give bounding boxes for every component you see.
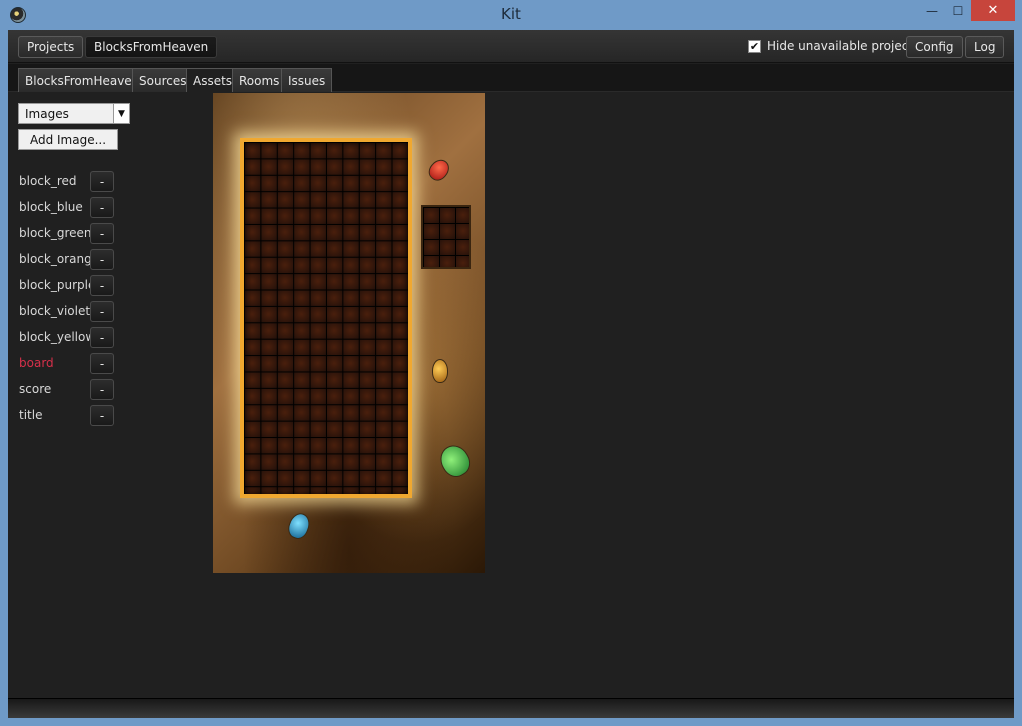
asset-name[interactable]: block_green <box>19 226 92 240</box>
tab-project[interactable]: BlocksFromHeaven <box>18 68 147 92</box>
remove-asset-button[interactable]: - <box>90 249 114 270</box>
app-window: Kit — ☐ ✕ Projects BlocksFromHeaven ✔ Hi… <box>0 0 1022 726</box>
red-beetle-icon <box>425 155 453 185</box>
remove-asset-button[interactable]: - <box>90 197 114 218</box>
asset-name[interactable]: board <box>19 356 54 370</box>
asset-name[interactable]: block_violet <box>19 304 90 318</box>
asset-row: board - <box>18 352 128 378</box>
log-button[interactable]: Log <box>965 36 1005 58</box>
image-preview <box>213 93 485 573</box>
asset-row: block_blue - <box>18 196 128 222</box>
asset-name[interactable]: block_yellow <box>19 330 95 344</box>
asset-row: block_violet - <box>18 300 128 326</box>
toolbar: Projects BlocksFromHeaven ✔ Hide unavail… <box>8 30 1014 63</box>
asset-name[interactable]: block_purple <box>19 278 95 292</box>
remove-asset-button[interactable]: - <box>90 379 114 400</box>
orange-beetle-icon <box>432 359 448 383</box>
close-button[interactable]: ✕ <box>971 0 1015 21</box>
asset-name[interactable]: block_orange <box>19 252 99 266</box>
current-project-button[interactable]: BlocksFromHeaven <box>85 36 218 58</box>
minimize-button[interactable]: — <box>919 0 945 21</box>
blue-beetle-icon <box>285 510 313 542</box>
asset-row: block_yellow - <box>18 326 128 352</box>
asset-name[interactable]: block_red <box>19 174 77 188</box>
config-button[interactable]: Config <box>906 36 963 58</box>
remove-asset-button[interactable]: - <box>90 275 114 296</box>
window-title: Kit <box>501 5 521 23</box>
tab-rooms[interactable]: Rooms <box>232 68 287 92</box>
tab-bar: BlocksFromHeaven Sources Assets Rooms Is… <box>8 64 1014 92</box>
asset-type-value: Images <box>25 106 69 121</box>
remove-asset-button[interactable]: - <box>90 327 114 348</box>
remove-asset-button[interactable]: - <box>90 301 114 322</box>
remove-asset-button[interactable]: - <box>90 223 114 244</box>
asset-row: block_red - <box>18 170 128 196</box>
tab-issues[interactable]: Issues <box>281 68 333 92</box>
add-image-button[interactable]: Add Image... <box>18 129 118 150</box>
asset-name[interactable]: title <box>19 408 42 422</box>
tab-sources[interactable]: Sources <box>132 68 194 92</box>
asset-row: block_purple - <box>18 274 128 300</box>
status-bar <box>8 698 1014 718</box>
asset-row: title - <box>18 404 128 430</box>
hide-unavailable-toggle[interactable]: ✔ Hide unavailable projects <box>748 39 919 53</box>
hide-unavailable-label: Hide unavailable projects <box>767 39 920 53</box>
green-beetle-icon <box>434 440 476 482</box>
board-grid <box>240 138 412 498</box>
remove-asset-button[interactable]: - <box>90 353 114 374</box>
next-piece-grid <box>421 205 471 269</box>
hide-unavailable-checkbox[interactable]: ✔ <box>748 39 761 53</box>
remove-asset-button[interactable]: - <box>90 171 114 192</box>
asset-row: score - <box>18 378 128 404</box>
client-area: Projects BlocksFromHeaven ✔ Hide unavail… <box>8 30 1014 718</box>
maximize-button[interactable]: ☐ <box>945 0 971 21</box>
asset-type-select[interactable]: Images ▼ <box>18 103 130 124</box>
asset-row: block_orange - <box>18 248 128 274</box>
asset-name[interactable]: score <box>19 382 51 396</box>
projects-button[interactable]: Projects <box>18 36 84 58</box>
dropdown-arrow-icon[interactable]: ▼ <box>113 104 129 123</box>
remove-asset-button[interactable]: - <box>90 405 114 426</box>
asset-row: block_green - <box>18 222 128 248</box>
asset-name[interactable]: block_blue <box>19 200 83 214</box>
asset-list: block_red - block_blue - block_green - block_o… <box>18 170 128 430</box>
title-bar[interactable]: Kit — ☐ ✕ <box>0 0 1022 30</box>
